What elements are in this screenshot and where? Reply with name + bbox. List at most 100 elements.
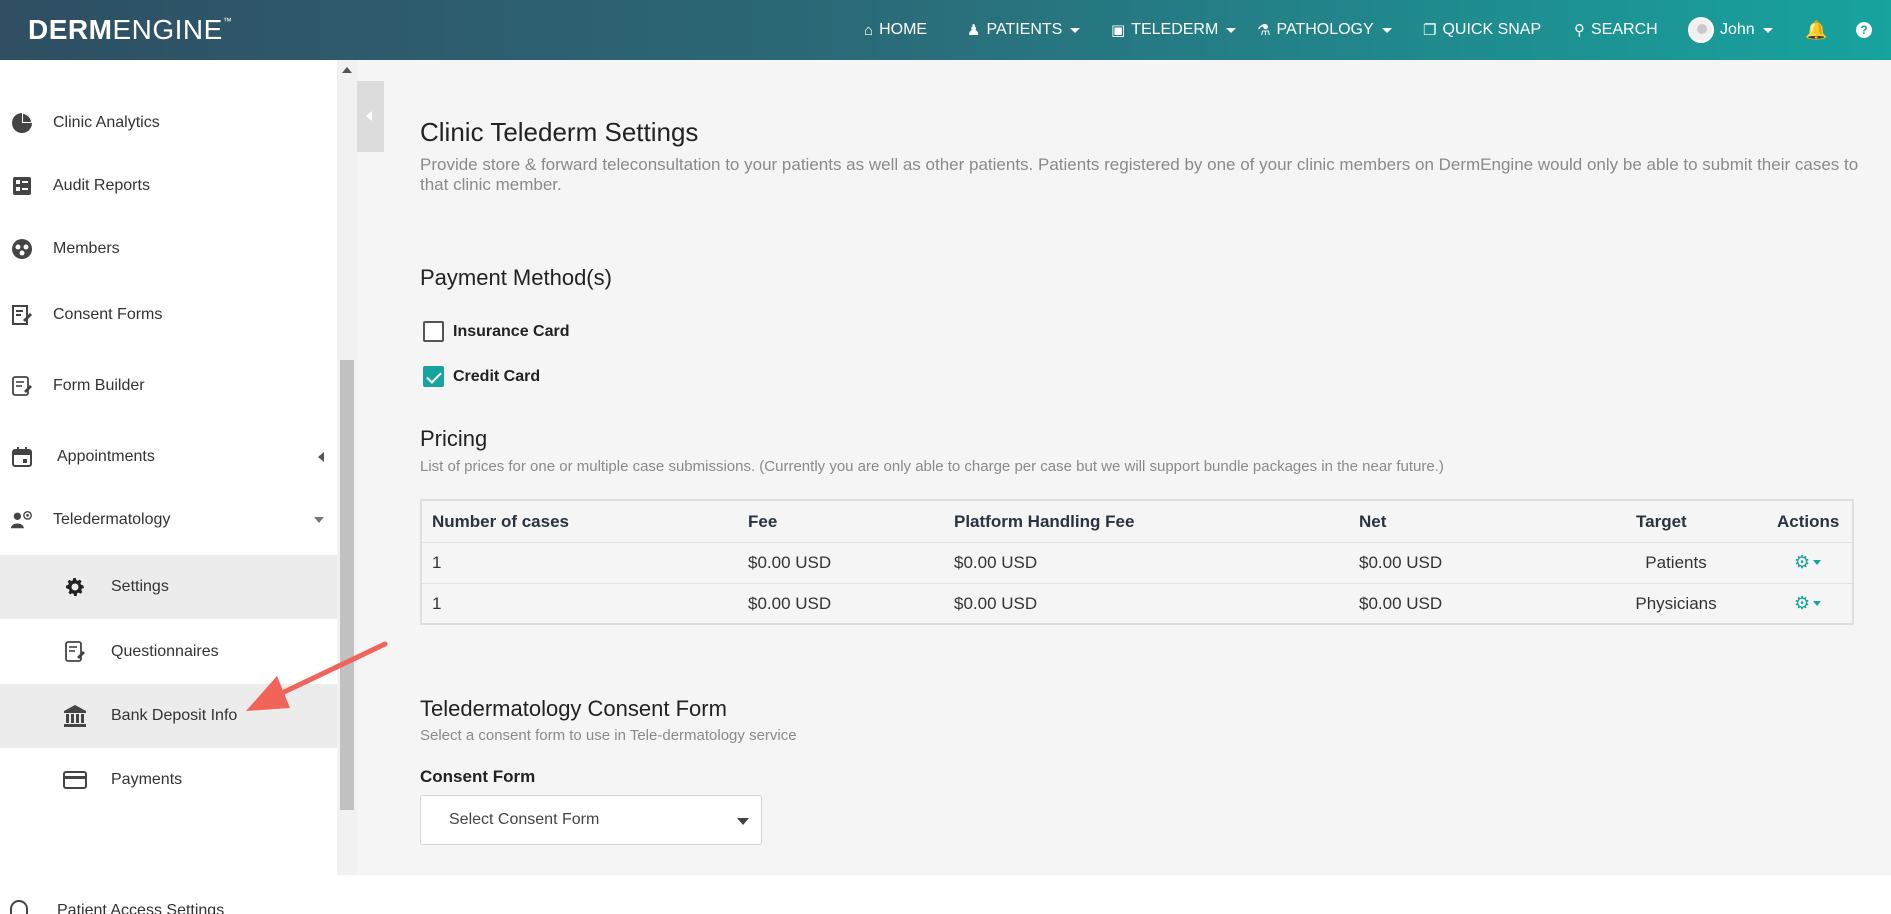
- gear-icon: ⚙: [1794, 552, 1811, 572]
- nav-search-label: SEARCH: [1591, 21, 1658, 38]
- sidebar-item-audit-reports[interactable]: Audit Reports: [0, 173, 337, 199]
- sidebar-subitem-settings[interactable]: Settings: [0, 555, 337, 619]
- nav-user-menu[interactable]: John: [1688, 0, 1773, 60]
- sidebar-item-label: Audit Reports: [53, 177, 150, 194]
- sidebar-item-label: Appointments: [57, 448, 155, 465]
- nav-home-label: HOME: [879, 21, 928, 38]
- nav-patients-label: PATIENTS: [986, 21, 1063, 38]
- patients-icon: ♟: [967, 22, 981, 39]
- avatar: [1688, 17, 1714, 43]
- sidebar-subitem-label: Bank Deposit Info: [111, 707, 238, 724]
- nav-search[interactable]: ⚲ SEARCH: [1574, 0, 1658, 60]
- select-placeholder: Select Consent Form: [449, 811, 600, 828]
- cell-net: $0.00 USD: [1359, 593, 1443, 613]
- quick-snap-icon: ❐: [1423, 22, 1437, 39]
- column-header: Actions: [1777, 511, 1840, 531]
- telederm-icon: [10, 508, 34, 532]
- lock-icon: [10, 900, 28, 914]
- sidebar-subitem-payments[interactable]: Payments: [0, 748, 337, 812]
- nav-pathology[interactable]: ⚗ PATHOLOGY: [1257, 0, 1392, 60]
- notifications-button[interactable]: 🔔: [1805, 0, 1827, 60]
- cell-net: $0.00 USD: [1359, 552, 1443, 572]
- pricing-table: Number of cases Fee Platform Handling Fe…: [420, 499, 1854, 625]
- credit-card-icon: [62, 767, 88, 793]
- dermengine-logo[interactable]: DERMENGINE™: [28, 14, 232, 46]
- home-icon: ⌂: [864, 21, 874, 39]
- scroll-thumb[interactable]: [340, 360, 354, 810]
- consent-form-label: Consent Form: [420, 767, 536, 786]
- column-header: Number of cases: [432, 511, 569, 531]
- chevron-down-icon: [1226, 27, 1237, 33]
- sidebar-item-members[interactable]: Members: [0, 236, 337, 262]
- chevron-down-icon: [314, 517, 324, 523]
- nav-telederm[interactable]: ▣ TELEDERM: [1111, 0, 1237, 60]
- gear-icon: ⚙: [1794, 593, 1811, 613]
- nav-home[interactable]: ⌂ HOME: [864, 0, 927, 60]
- table-header-row: Number of cases Fee Platform Handling Fe…: [422, 501, 1852, 542]
- table-row: 1 $0.00 USD $0.00 USD $0.00 USD Patients…: [422, 542, 1852, 583]
- payment-option-credit-card[interactable]: Credit Card: [423, 366, 540, 387]
- sidebar-item-appointments[interactable]: Appointments: [0, 444, 337, 470]
- cell-target: Patients: [1645, 552, 1707, 572]
- consent-form-heading: Teledermatology Consent Form: [420, 696, 727, 721]
- sidebar-item-label: Teledermatology: [53, 511, 171, 528]
- sidebar-item-label: Consent Forms: [53, 306, 163, 323]
- sidebar-item-label: Patient Access Settings: [57, 902, 225, 914]
- collapse-sidebar-button[interactable]: [357, 81, 384, 152]
- members-icon: [10, 237, 34, 261]
- consent-form-subtitle: Select a consent form to use in Tele-der…: [420, 727, 797, 744]
- checkbox-label: Insurance Card: [453, 322, 570, 340]
- sidebar-scrollbar[interactable]: [337, 60, 357, 875]
- pricing-subtitle: List of prices for one or multiple case …: [420, 458, 1444, 475]
- consent-form-select[interactable]: Select Consent Form: [420, 795, 762, 845]
- column-header: Platform Handling Fee: [954, 511, 1135, 531]
- chevron-down-icon: [1762, 27, 1773, 33]
- row-actions-button[interactable]: ⚙: [1794, 542, 1822, 583]
- sidebar-item-clinic-analytics[interactable]: Clinic Analytics: [0, 110, 337, 136]
- nav-pathology-label: PATHOLOGY: [1276, 21, 1374, 38]
- sidebar: Clinic Analytics Audit Reports Members C…: [0, 60, 337, 914]
- top-navbar: DERMENGINE™ ⌂ HOME ♟ PATIENTS ▣ TELEDERM…: [0, 0, 1891, 60]
- chevron-down-icon: [1813, 601, 1822, 606]
- sidebar-subitem-bank-deposit-info[interactable]: Bank Deposit Info: [0, 684, 337, 748]
- sidebar-item-patient-access-settings[interactable]: Patient Access Settings: [0, 894, 337, 914]
- cell-platform-fee: $0.00 USD: [954, 552, 1038, 572]
- pie-chart-icon: [10, 111, 34, 135]
- nav-quick-snap-label: QUICK SNAP: [1442, 21, 1542, 38]
- cell-target: Physicians: [1635, 593, 1717, 613]
- chevron-down-icon: [737, 818, 749, 825]
- report-icon: [10, 174, 34, 198]
- form-builder-icon: [10, 374, 34, 398]
- nav-quick-snap[interactable]: ❐ QUICK SNAP: [1423, 0, 1541, 60]
- microscope-icon: ⚗: [1257, 22, 1271, 39]
- help-button[interactable]: ?: [1856, 0, 1872, 60]
- nav-telederm-label: TELEDERM: [1131, 21, 1219, 38]
- help-icon: ?: [1856, 22, 1872, 38]
- pricing-heading: Pricing: [420, 426, 488, 451]
- sidebar-subitem-label: Payments: [111, 771, 183, 788]
- chevron-down-icon: [1381, 27, 1392, 33]
- questionnaire-icon: [62, 639, 88, 665]
- search-icon: ⚲: [1574, 22, 1585, 39]
- row-actions-button[interactable]: ⚙: [1794, 583, 1822, 624]
- sidebar-item-consent-forms[interactable]: Consent Forms: [0, 302, 337, 328]
- main-content: Clinic Telederm Settings Provide store &…: [357, 60, 1891, 875]
- sidebar-subitem-label: Settings: [111, 578, 169, 595]
- sidebar-item-form-builder[interactable]: Form Builder: [0, 373, 337, 399]
- calendar-icon: [10, 445, 34, 469]
- cell-cases: 1: [432, 593, 442, 613]
- sidebar-subitem-label: Questionnaires: [111, 643, 219, 660]
- cell-fee: $0.00 USD: [748, 593, 832, 613]
- column-header: Target: [1636, 511, 1687, 531]
- credit-card-checkbox[interactable]: [423, 366, 444, 387]
- nav-patients[interactable]: ♟ PATIENTS: [967, 0, 1081, 60]
- sidebar-item-teledermatology[interactable]: Teledermatology: [0, 507, 337, 533]
- user-name: John: [1720, 21, 1755, 38]
- insurance-card-checkbox[interactable]: [423, 321, 444, 342]
- column-header: Fee: [748, 511, 778, 531]
- sidebar-subitem-questionnaires[interactable]: Questionnaires: [0, 620, 337, 684]
- scroll-up-arrow-icon[interactable]: [342, 67, 352, 73]
- payment-option-insurance[interactable]: Insurance Card: [423, 321, 569, 342]
- bell-icon: 🔔: [1805, 19, 1828, 40]
- cell-fee: $0.00 USD: [748, 552, 832, 572]
